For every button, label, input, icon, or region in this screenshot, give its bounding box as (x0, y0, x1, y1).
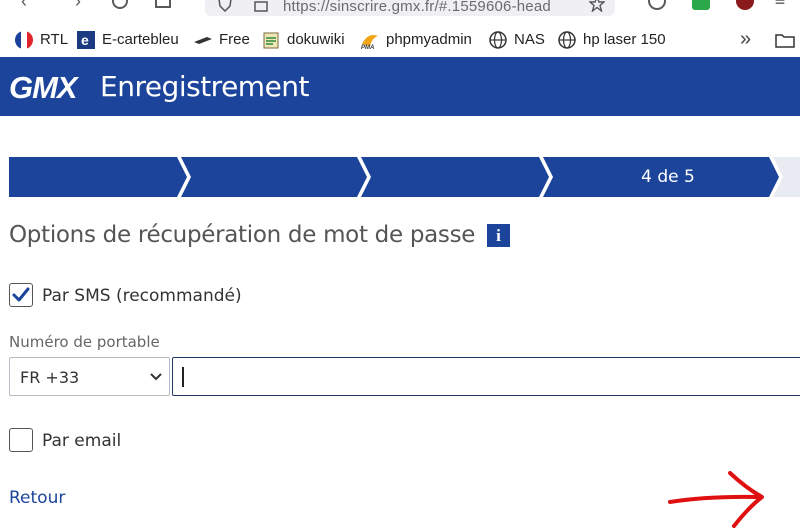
chevron-down-icon (150, 373, 162, 381)
progress-step-2 (181, 157, 367, 197)
lock-icon (254, 1, 268, 12)
red-arrow-annotation-icon (668, 471, 764, 528)
globe-icon (557, 30, 577, 50)
bookmark-label: Free (219, 31, 250, 48)
bookmarks-bar: RTL e E-cartebleu Free dokuwiki PMA phpm… (0, 22, 800, 57)
back-link[interactable]: Retour (9, 488, 65, 508)
other-bookmarks-folder-icon[interactable] (774, 22, 796, 57)
sms-option-label[interactable]: Par SMS (recommandé) (42, 286, 242, 306)
bookmark-label: phpmyadmin (386, 31, 472, 48)
shield-icon (218, 0, 232, 12)
bookmark-label: E-cartebleu (102, 31, 179, 48)
gmx-header: GMX Enregistrement (0, 57, 800, 116)
phpmyadmin-icon: PMA (360, 30, 380, 51)
bookmark-nas[interactable]: NAS (488, 22, 545, 57)
checkmark-icon (12, 287, 30, 302)
email-checkbox[interactable] (9, 428, 33, 452)
url-text: https://sinscrire.gmx.fr/#.1559606-head (283, 0, 551, 15)
progress-stepper: 4 de 5 (9, 157, 800, 197)
section-title: Options de récupération de mot de passe (9, 222, 476, 248)
extensions-grid-icon[interactable] (153, 0, 173, 11)
country-code-select[interactable]: FR +33 (9, 357, 170, 396)
reload-icon[interactable] (110, 0, 130, 11)
e-cartebleu-icon: e (76, 30, 96, 50)
bookmark-star-icon[interactable] (589, 0, 605, 12)
account-icon[interactable] (648, 0, 666, 10)
dokuwiki-icon (261, 30, 281, 50)
svg-text:e: e (81, 32, 89, 48)
progress-step-label: 4 de 5 (641, 167, 695, 187)
bookmark-phpmyadmin[interactable]: PMA phpmyadmin (360, 22, 472, 57)
phone-number-input[interactable] (172, 357, 800, 396)
bookmark-free[interactable]: Free (193, 22, 250, 57)
menu-icon[interactable]: ≡ (770, 0, 790, 10)
back-arrow-icon[interactable]: ‹ (14, 0, 34, 11)
globe-icon (488, 30, 508, 50)
progress-step-3 (361, 157, 549, 197)
extension-green-icon[interactable] (692, 0, 710, 10)
email-option-label[interactable]: Par email (42, 431, 121, 451)
bookmark-label: dokuwiki (287, 31, 345, 48)
bookmarks-overflow-button[interactable]: » (740, 22, 751, 57)
gmx-logo[interactable]: GMX (9, 70, 78, 106)
country-code-value: FR +33 (20, 368, 80, 387)
extension-shield-icon[interactable] (736, 0, 754, 10)
forward-arrow-icon[interactable]: › (68, 0, 88, 11)
info-icon[interactable]: i (487, 224, 510, 247)
bookmark-dokuwiki[interactable]: dokuwiki (261, 22, 345, 57)
flag-fr-icon (14, 30, 34, 50)
progress-step-1 (9, 157, 187, 197)
bookmark-label: hp laser 150 (583, 31, 666, 48)
bookmark-hp-laser-150[interactable]: hp laser 150 (557, 22, 666, 57)
router-icon (193, 30, 213, 50)
phone-field-label: Numéro de portable (9, 333, 160, 351)
sms-checkbox[interactable] (9, 283, 33, 307)
address-bar[interactable]: https://sinscrire.gmx.fr/#.1559606-head (205, 0, 615, 16)
bookmark-label: NAS (514, 31, 545, 48)
browser-toolbar: ‹ › https://sinscrire.gmx.fr/#.1559606-h… (0, 0, 800, 22)
bookmark-label: RTL (40, 31, 69, 48)
page-title: Enregistrement (100, 70, 310, 103)
text-caret (182, 367, 184, 387)
bookmark-e-cartebleu[interactable]: e E-cartebleu (76, 22, 179, 57)
svg-text:PMA: PMA (361, 45, 374, 50)
bookmark-rtl[interactable]: RTL (14, 22, 68, 57)
